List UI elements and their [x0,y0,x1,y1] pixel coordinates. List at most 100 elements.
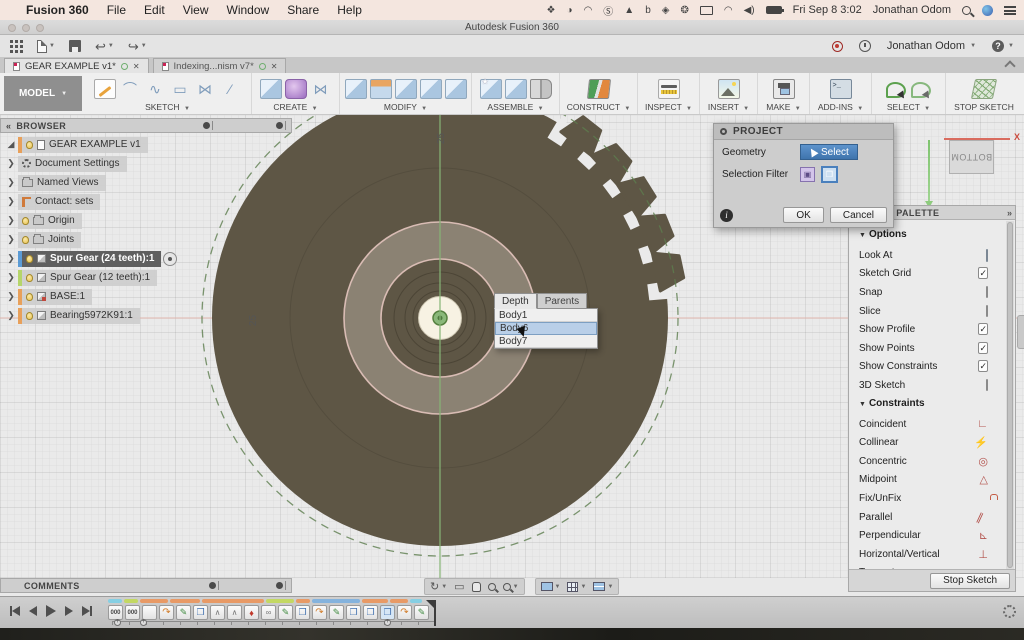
horizontal-vertical-icon[interactable]: ⊥ [978,549,988,561]
feature-pin-icon[interactable]: ♦ [244,605,259,620]
shell-icon[interactable] [420,79,442,99]
visibility-bulb-icon[interactable] [26,141,33,149]
expander-icon[interactable]: ❯ [4,291,18,302]
tab-status-icon[interactable] [121,63,128,70]
coincident-icon[interactable]: ∟ [977,418,988,430]
feature-extrude-icon[interactable]: ↷ [159,605,174,620]
status-app-icon-8[interactable]: ❂ [680,5,688,16]
form-icon[interactable] [285,79,307,99]
option-slice[interactable]: Slice [859,302,1002,321]
arc-tool-icon[interactable]: ⌒ [119,79,141,99]
select-lasso-icon[interactable] [885,79,907,99]
menubar-user[interactable]: Jonathan Odom [873,4,951,16]
feature-extrude-icon[interactable]: ↷ [397,605,412,620]
tab-close-icon[interactable]: ✕ [133,62,140,71]
look-at-icon[interactable] [986,249,988,262]
make-menu[interactable]: MAKE ▼ [766,102,800,112]
tab-depth[interactable]: Depth [494,293,537,309]
expander-icon[interactable]: ❯ [4,158,18,169]
fillet-icon[interactable] [370,79,392,99]
feature-sketch-icon[interactable]: ✎ [278,605,293,620]
project-dialog-header[interactable]: PROJECT [714,124,893,140]
option-3d-sketch[interactable]: 3D Sketch [859,376,1002,395]
construction-line-icon[interactable]: ⁄ [219,79,241,99]
collinear-icon[interactable]: ⚡ [974,437,988,449]
job-status-icon[interactable] [859,40,871,52]
timeline-node[interactable]: + [114,619,121,626]
app-grid-icon[interactable] [10,40,23,53]
options-section-header[interactable]: ▼Options [859,229,1002,240]
option-show-points[interactable]: Show Points ✓ [859,339,1002,358]
play-button[interactable] [46,605,56,617]
tree-row-named-views[interactable]: ❯ Named Views [4,174,292,191]
collapse-toolbar-chevron[interactable] [1004,60,1015,71]
constraint-horizontal-vertical[interactable]: Horizontal/Vertical ⊥ [859,545,1002,564]
tree-row-joints[interactable]: ❯ Joints [4,231,292,248]
feature-sketch-icon[interactable]: ✎ [329,605,344,620]
stop-sketch-palette-button[interactable]: Stop Sketch [930,573,1010,589]
option-look-at[interactable]: Look At [859,246,1002,265]
joint-icon[interactable] [505,79,527,99]
rectangle-tool-icon[interactable]: ▭ [169,79,191,99]
filter-specified-entities-button[interactable]: ▣ [800,167,815,182]
expander-icon[interactable]: ❯ [4,177,18,188]
tree-row-base[interactable]: ❯ BASE:1 [4,288,292,305]
feature-extrude-icon[interactable]: ↷ [312,605,327,620]
modify-menu[interactable]: MODIFY ▼ [384,102,427,112]
step-back-button[interactable] [29,606,37,616]
constraint-concentric[interactable]: Concentric ◎ [859,452,1002,471]
siri-icon[interactable] [982,5,993,16]
tab-parents[interactable]: Parents [537,293,587,309]
go-to-start-button[interactable] [10,606,20,616]
status-app-icon-3[interactable]: ◠ [584,5,593,16]
select-window-icon[interactable] [910,79,932,99]
panel-handle[interactable] [203,121,213,130]
checkbox[interactable]: ✓ [978,267,988,279]
panel-handle-2[interactable] [276,581,286,590]
combine-icon[interactable] [395,79,417,99]
undo-button[interactable]: ↩▼ [95,40,114,53]
comments-header[interactable]: COMMENTS [0,578,292,593]
collapse-left-icon[interactable]: « [6,121,11,131]
visibility-bulb-icon[interactable] [26,274,33,282]
constraint-fix-unfix[interactable]: Fix/UnFix [859,489,1002,508]
option-sketch-grid[interactable]: Sketch Grid ✓ [859,265,1002,284]
tree-row-document-settings[interactable]: ❯ Document Settings [4,155,292,172]
menubar-clock[interactable]: Fri Sep 8 3:02 [793,4,862,16]
feature-body-blue-icon[interactable]: ❒ [380,605,395,620]
spotlight-icon[interactable] [962,6,971,15]
midpoint-icon[interactable]: △ [980,474,988,486]
pan-icon[interactable] [472,582,481,592]
timeline-settings-gear-icon[interactable] [1003,605,1016,618]
minimize-window-button[interactable] [22,24,30,32]
volume-icon[interactable]: ◀) [744,5,755,16]
feature-body-icon[interactable]: ❒ [346,605,361,620]
panel-handle-2[interactable] [276,121,286,130]
zoom-window-icon[interactable]: ▼ [503,583,519,591]
feature-body-icon[interactable]: ❒ [295,605,310,620]
expander-icon[interactable]: ◢ [4,139,18,150]
app-menu-name[interactable]: Fusion 360 [26,3,89,17]
feature-joint-icon[interactable]: ∧ [227,605,242,620]
close-window-button[interactable] [8,24,16,32]
browser-header[interactable]: « BROWSER [0,118,292,133]
parallel-icon[interactable]: ∥ [970,508,990,527]
menu-file[interactable]: File [107,3,126,17]
status-app-icon-6[interactable]: b [645,5,651,16]
perpendicular-icon[interactable]: ⊾ [979,530,988,542]
orbit-icon[interactable]: ↻▼ [430,580,447,593]
status-app-icon-1[interactable]: ❖ [547,5,556,16]
status-app-icon-2[interactable]: ◑ [567,5,573,16]
construct-plane-icon[interactable] [586,79,610,99]
checkbox[interactable] [986,379,988,391]
wifi-icon[interactable]: ◠ [724,5,733,16]
activate-component-radio[interactable] [163,252,177,266]
expander-icon[interactable]: ❯ [4,215,18,226]
visibility-bulb-icon[interactable] [26,255,33,263]
tree-row-spur-gear-24[interactable]: ❯ Spur Gear (24 teeth):1 [4,250,292,267]
make-3dprint-icon[interactable] [773,79,795,99]
tab-indexing-mechanism[interactable]: Indexing...nism v7* ✕ [153,58,287,73]
cancel-button[interactable]: Cancel [830,207,887,223]
sketch-menu[interactable]: SKETCH ▼ [145,102,190,112]
feature-sketch-icon[interactable]: ✎ [176,605,191,620]
